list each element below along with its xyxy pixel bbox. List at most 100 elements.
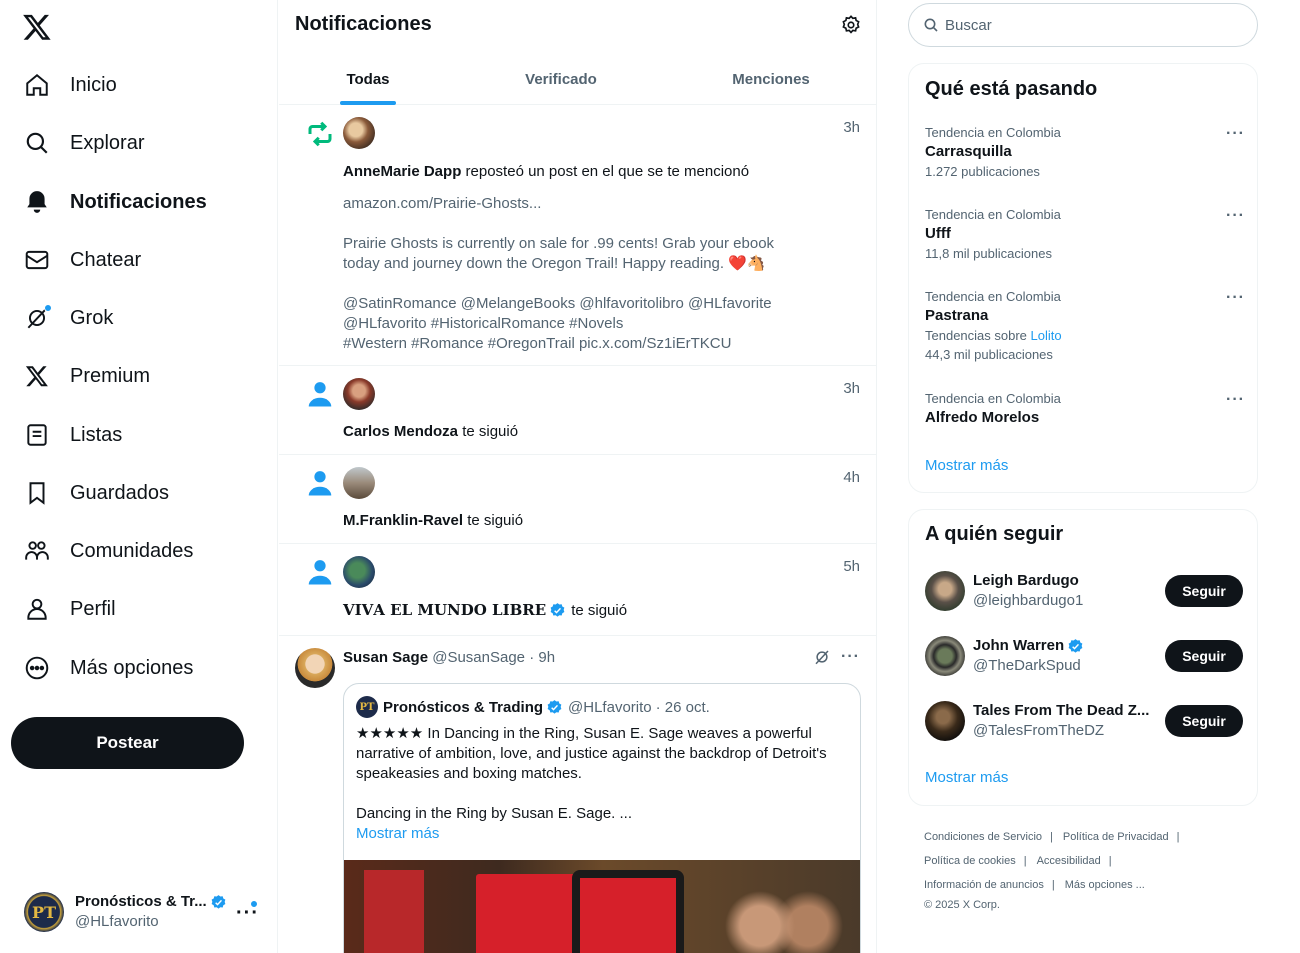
avatar[interactable] — [343, 117, 375, 149]
body-line: #Western #Romance #OregonTrail pic.x.com… — [343, 335, 732, 352]
tweet-time: · 9h — [529, 649, 556, 666]
trend-item[interactable]: Tendencia en Colombia Pastrana Tendencia… — [925, 289, 1245, 362]
quoted-tweet[interactable]: PT Pronósticos & Trading @HLfavorito · 2… — [343, 683, 861, 953]
user-name[interactable]: AnneMarie Dapp — [343, 163, 461, 180]
show-more-link[interactable]: Mostrar más — [925, 457, 1008, 474]
show-more-link[interactable]: Mostrar más — [356, 824, 852, 844]
trend-context: Tendencia en Colombia — [925, 391, 1061, 406]
nav-premium[interactable]: Premium — [14, 352, 160, 400]
quote-date: · 26 oct. — [655, 698, 710, 716]
footer-link[interactable]: Accesibilidad — [1037, 855, 1101, 867]
avatar[interactable] — [295, 648, 335, 688]
search-input[interactable] — [945, 16, 1225, 34]
grok-icon[interactable] — [813, 648, 831, 666]
tweet-author-name[interactable]: Susan Sage — [343, 649, 428, 666]
search-box[interactable] — [908, 3, 1258, 47]
notification-repost[interactable]: 3h AnneMarie Dapp reposteó un post en el… — [279, 105, 876, 366]
follow-button[interactable]: Seguir — [1165, 705, 1243, 737]
link-text[interactable]: amazon.com/Prairie-Ghosts... — [343, 194, 803, 214]
nav-profile[interactable]: Perfil — [14, 585, 126, 633]
who-to-follow-card: A quién seguir Leigh Bardugo @leighbardug… — [908, 509, 1258, 806]
trend-item[interactable]: Tendencia en Colombia Alfredo Morelos ··… — [925, 391, 1245, 426]
account-switcher[interactable]: PT Pronósticos & Tr... @HLfavorito ··· — [14, 880, 269, 944]
follow-suggestion[interactable]: John Warren @TheDarkSpud Seguir — [925, 631, 1243, 681]
person-icon — [308, 560, 332, 585]
more-horizontal-icon[interactable]: ··· — [1226, 391, 1245, 409]
more-horizontal-icon[interactable]: ··· — [1226, 125, 1245, 143]
x-icon — [24, 363, 50, 389]
more-horizontal-icon[interactable]: ··· — [1226, 289, 1245, 307]
avatar[interactable] — [343, 467, 375, 499]
tab-all[interactable]: Todas — [279, 53, 457, 105]
nav-grok[interactable]: Grok — [14, 294, 123, 342]
tweet[interactable]: Susan Sage @SusanSage · 9h ··· PT Pronós… — [279, 636, 876, 953]
tab-verified[interactable]: Verificado — [457, 53, 665, 105]
tweet-author-handle[interactable]: @SusanSage — [432, 649, 525, 666]
footer-link[interactable]: Política de cookies — [924, 855, 1016, 867]
follow-button[interactable]: Seguir — [1165, 640, 1243, 672]
account-handle: @HLfavorito — [75, 913, 159, 930]
nav-lists[interactable]: Listas — [14, 411, 132, 459]
nav-chat[interactable]: Chatear — [14, 236, 151, 284]
nav-label: Premium — [70, 364, 151, 387]
trend-count: 44,3 mil publicaciones — [925, 347, 1053, 362]
person-icon — [308, 471, 332, 496]
avatar[interactable] — [925, 571, 965, 611]
avatar[interactable] — [925, 701, 965, 741]
body-line: @SatinRomance @MelangeBooks @hlfavoritol… — [343, 295, 772, 312]
user-name[interactable]: 𝐕𝐈𝐕𝐀 𝐄𝐋 𝐌𝐔𝐍𝐃𝐎 𝐋𝐈𝐁𝐑𝐄 — [343, 601, 546, 619]
footer-link[interactable]: Condiciones de Servicio — [924, 831, 1042, 843]
footer-link[interactable]: Más opciones ... — [1065, 879, 1145, 891]
suggestion-name[interactable]: John Warren — [973, 636, 1064, 656]
repost-icon — [308, 121, 332, 147]
trend-about-link[interactable]: Lolito — [1031, 328, 1062, 343]
notification-follow[interactable]: 4h M.Franklin-Ravel te siguió — [279, 455, 876, 544]
tabs: Todas Verificado Menciones — [279, 53, 876, 105]
follow-suggestion[interactable]: Tales From The Dead Z... @TalesFromTheDZ … — [925, 696, 1243, 746]
footer-link[interactable]: Información de anuncios — [924, 879, 1044, 891]
quote-media-image[interactable] — [344, 860, 860, 953]
trend-count: 11,8 mil publicaciones — [925, 246, 1052, 261]
action-text: te siguió — [462, 423, 519, 440]
quote-author-name: Pronósticos & Trading — [383, 698, 544, 716]
notification-follow[interactable]: 3h Carlos Mendoza te siguió — [279, 366, 876, 455]
nav-label: Explorar — [70, 131, 145, 154]
show-more-link[interactable]: Mostrar más — [925, 769, 1008, 786]
suggestion-name[interactable]: Tales From The Dead Z... — [973, 701, 1149, 721]
more-horizontal-icon[interactable]: ··· — [841, 648, 860, 666]
avatar[interactable] — [925, 636, 965, 676]
notification-follow[interactable]: 5h 𝐕𝐈𝐕𝐀 𝐄𝐋 𝐌𝐔𝐍𝐃𝐎 𝐋𝐈𝐁𝐑𝐄 te siguió — [279, 544, 876, 636]
user-name[interactable]: M.Franklin-Ravel — [343, 512, 463, 529]
verified-badge-icon — [211, 894, 226, 909]
mail-icon — [24, 247, 50, 273]
nav-explore[interactable]: Explorar — [14, 119, 154, 167]
nav-communities[interactable]: Comunidades — [14, 527, 203, 575]
verified-badge-icon — [1068, 638, 1083, 653]
gear-icon[interactable] — [840, 14, 862, 36]
suggestion-name[interactable]: Leigh Bardugo — [973, 571, 1083, 591]
page-title: Notificaciones — [295, 13, 432, 35]
copyright: © 2025 X Corp. — [924, 899, 1000, 911]
trend-item[interactable]: Tendencia en Colombia Ufff 11,8 mil publ… — [925, 207, 1245, 261]
nav-home[interactable]: Inicio — [14, 61, 127, 109]
trend-name: Pastrana — [925, 307, 989, 324]
avatar[interactable] — [343, 378, 375, 410]
trend-item[interactable]: Tendencia en Colombia Carrasquilla 1.272… — [925, 125, 1245, 179]
verified-badge-icon — [547, 699, 562, 714]
nav-more[interactable]: Más opciones — [14, 644, 203, 692]
user-name[interactable]: Carlos Mendoza — [343, 423, 458, 440]
nav-label: Listas — [70, 423, 123, 446]
list-icon — [24, 422, 50, 448]
avatar: PT — [356, 696, 378, 718]
footer-link[interactable]: Política de Privacidad — [1063, 831, 1169, 843]
tab-mentions[interactable]: Menciones — [665, 53, 876, 105]
follow-button[interactable]: Seguir — [1165, 575, 1243, 607]
x-logo-icon[interactable] — [22, 12, 52, 42]
nav-bookmarks[interactable]: Guardados — [14, 469, 179, 517]
avatar[interactable] — [343, 556, 375, 588]
quote-author-handle: @HLfavorito — [568, 698, 652, 716]
follow-suggestion[interactable]: Leigh Bardugo @leighbardugo1 Seguir — [925, 566, 1243, 616]
post-button[interactable]: Postear — [11, 717, 244, 769]
more-horizontal-icon[interactable]: ··· — [1226, 207, 1245, 225]
nav-notifications[interactable]: Notificaciones — [14, 178, 217, 226]
